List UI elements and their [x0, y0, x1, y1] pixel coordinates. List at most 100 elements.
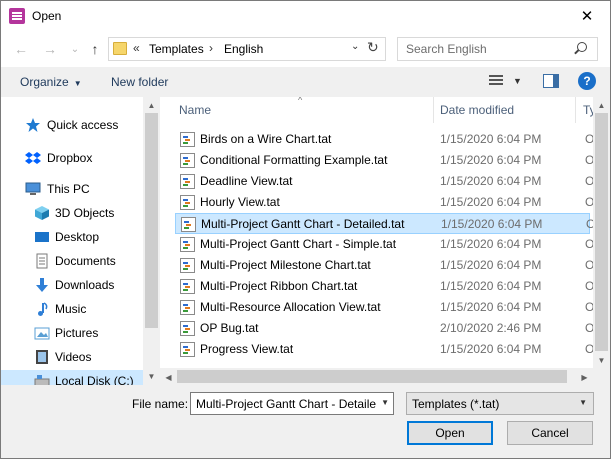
file-row[interactable]: Deadline View.tat 1/15/2020 6:04 PM O	[175, 171, 593, 192]
file-date: 2/10/2020 2:46 PM	[440, 321, 542, 335]
file-name: Multi-Project Ribbon Chart.tat	[200, 279, 358, 293]
file-list-horizontal-scrollbar[interactable]: ◀ ▶	[160, 368, 593, 385]
file-row[interactable]: Multi-Project Ribbon Chart.tat 1/15/2020…	[175, 276, 593, 297]
scroll-thumb[interactable]	[145, 113, 158, 328]
column-divider[interactable]	[575, 97, 576, 123]
address-dropdown-button[interactable]: ⌄	[351, 41, 359, 52]
close-button[interactable]: ✕	[564, 1, 610, 31]
search-icon[interactable]	[577, 42, 587, 52]
navigation-bar: ← → ⌄ ↑ « Templates › English ⌄ ↻ Search…	[1, 31, 610, 67]
file-row[interactable]: Progress View.tat 1/15/2020 6:04 PM O	[175, 339, 593, 360]
pictures-icon	[34, 327, 50, 340]
file-name: Hourly View.tat	[200, 195, 280, 209]
template-file-icon	[180, 321, 195, 336]
nav-label: 3D Objects	[55, 206, 115, 220]
file-row[interactable]: Multi-Project Milestone Chart.tat 1/15/2…	[175, 255, 593, 276]
column-type[interactable]: Ty	[583, 103, 593, 117]
scroll-thumb[interactable]	[595, 113, 608, 351]
scroll-thumb[interactable]	[177, 370, 567, 383]
breadcrumb-english[interactable]: English	[224, 42, 263, 56]
file-list: ^ Name Date modified Ty Birds on a Wire …	[160, 97, 593, 368]
file-name: Progress View.tat	[200, 342, 294, 356]
nav-label: Downloads	[55, 278, 115, 292]
forward-button[interactable]: →	[41, 40, 59, 58]
address-prefix[interactable]: «	[133, 41, 140, 55]
file-type: O	[585, 258, 593, 272]
search-input[interactable]: Search English	[397, 37, 598, 61]
template-file-icon	[180, 237, 195, 252]
chevron-down-icon: ▼	[73, 79, 82, 88]
nav-item-quick-access[interactable]: Quick access	[1, 114, 143, 136]
column-date-modified[interactable]: Date modified	[440, 103, 514, 117]
nav-pane-scrollbar[interactable]: ▲ ▼	[143, 97, 160, 385]
chevron-down-icon[interactable]: ▼	[381, 398, 389, 407]
view-options-dropdown[interactable]: ▼	[513, 76, 522, 86]
file-row[interactable]: Birds on a Wire Chart.tat 1/15/2020 6:04…	[175, 129, 593, 150]
new-folder-button[interactable]: New folder	[111, 75, 168, 89]
refresh-button[interactable]: ↻	[367, 39, 379, 56]
file-row[interactable]: Conditional Formatting Example.tat 1/15/…	[175, 150, 593, 171]
toolbar: Organize ▼ New folder ▼ ?	[1, 67, 610, 97]
file-type: O	[585, 300, 593, 314]
nav-label: Videos	[55, 350, 92, 364]
title-bar: Open ✕	[1, 1, 610, 31]
scroll-down-arrow[interactable]: ▼	[593, 352, 610, 368]
file-list-vertical-scrollbar[interactable]: ▲ ▼	[593, 97, 610, 368]
file-name: Multi-Resource Allocation View.tat	[200, 300, 381, 314]
nav-item-3d-objects[interactable]: 3D Objects	[1, 202, 143, 224]
breadcrumb-separator[interactable]: ›	[209, 41, 213, 55]
file-date: 1/15/2020 6:04 PM	[440, 342, 542, 356]
file-name: Conditional Formatting Example.tat	[200, 153, 388, 167]
file-name-field[interactable]: Multi-Project Gantt Chart - Detailed.tat…	[190, 392, 394, 415]
file-type: O	[585, 342, 593, 356]
scroll-up-arrow[interactable]: ▲	[593, 97, 610, 113]
help-icon[interactable]: ?	[578, 72, 596, 90]
scroll-left-arrow[interactable]: ◀	[160, 369, 177, 385]
nav-item-pictures[interactable]: Pictures	[1, 322, 143, 344]
template-file-icon	[180, 342, 195, 357]
file-name: Birds on a Wire Chart.tat	[200, 132, 332, 146]
file-row[interactable]: OP Bug.tat 2/10/2020 2:46 PM O	[175, 318, 593, 339]
music-icon	[38, 302, 48, 316]
nav-item-videos[interactable]: Videos	[1, 346, 143, 368]
organize-button[interactable]: Organize ▼	[20, 75, 82, 89]
file-row-selected[interactable]: Multi-Project Gantt Chart - Detailed.tat…	[175, 213, 593, 234]
scroll-up-arrow[interactable]: ▲	[143, 97, 160, 113]
file-type: O	[585, 321, 593, 335]
file-name: Multi-Project Milestone Chart.tat	[200, 258, 371, 272]
open-button[interactable]: Open	[407, 421, 493, 445]
scroll-right-arrow[interactable]: ▶	[576, 369, 593, 385]
preview-pane-icon[interactable]	[543, 74, 559, 88]
recent-locations-button[interactable]: ⌄	[66, 40, 84, 58]
nav-label: Dropbox	[47, 151, 93, 165]
computer-icon	[25, 182, 41, 195]
file-date: 1/15/2020 6:04 PM	[440, 300, 542, 314]
column-divider[interactable]	[433, 97, 434, 123]
back-button[interactable]: ←	[12, 40, 30, 58]
file-date: 1/15/2020 6:04 PM	[440, 279, 542, 293]
file-name-value: Multi-Project Gantt Chart - Detailed.tat	[196, 397, 376, 411]
file-date: 1/15/2020 6:04 PM	[440, 258, 542, 272]
file-type: O	[585, 132, 593, 146]
nav-item-desktop[interactable]: Desktop	[1, 226, 143, 248]
cancel-button[interactable]: Cancel	[507, 421, 593, 445]
address-bar[interactable]: « Templates › English ⌄ ↻	[108, 37, 386, 61]
nav-item-music[interactable]: Music	[1, 298, 143, 320]
column-name[interactable]: Name	[179, 103, 211, 117]
file-type-select[interactable]: Templates (*.tat) ▼	[406, 392, 594, 415]
file-row[interactable]: Multi-Project Gantt Chart - Simple.tat 1…	[175, 234, 593, 255]
file-row[interactable]: Hourly View.tat 1/15/2020 6:04 PM O	[175, 192, 593, 213]
nav-item-downloads[interactable]: Downloads	[1, 274, 143, 296]
file-type-value: Templates (*.tat)	[412, 397, 500, 411]
nav-item-dropbox[interactable]: Dropbox	[1, 147, 143, 169]
file-row[interactable]: Multi-Resource Allocation View.tat 1/15/…	[175, 297, 593, 318]
template-file-icon	[181, 217, 196, 232]
nav-item-documents[interactable]: Documents	[1, 250, 143, 272]
app-icon	[9, 8, 25, 24]
up-button[interactable]: ↑	[86, 40, 104, 58]
scroll-down-arrow[interactable]: ▼	[143, 368, 160, 384]
breadcrumb-templates[interactable]: Templates	[149, 42, 204, 56]
nav-item-this-pc[interactable]: This PC	[1, 178, 143, 200]
nav-label: Quick access	[47, 118, 119, 132]
change-view-icon[interactable]	[489, 75, 503, 87]
